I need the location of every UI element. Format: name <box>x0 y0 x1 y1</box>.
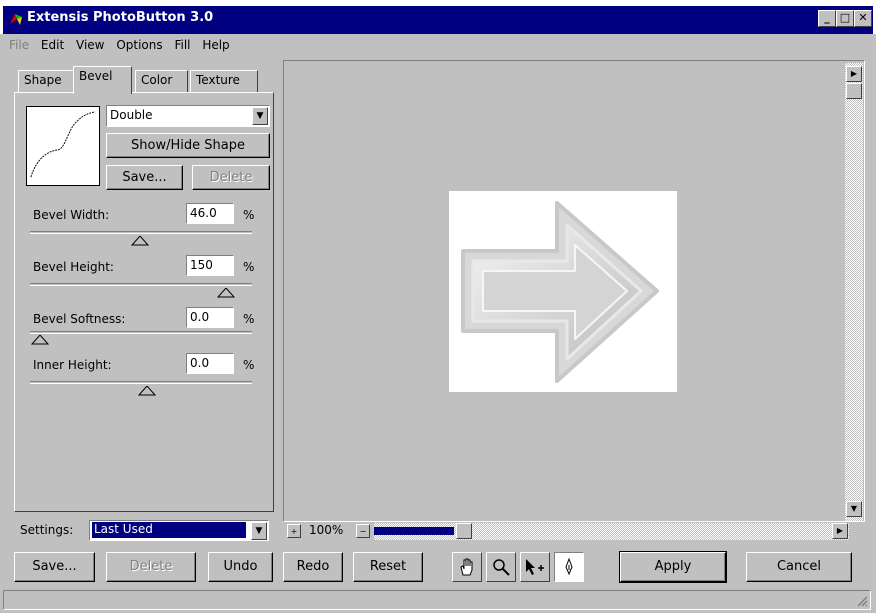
tab-label: Bevel <box>79 69 113 83</box>
bevel-style-value: Double <box>110 108 153 122</box>
app-window: Extensis PhotoButton 3.0 _ □ ✕ File Edit… <box>0 0 876 613</box>
resize-grip-icon[interactable] <box>856 595 868 607</box>
inner-height-slider-thumb[interactable] <box>138 386 156 396</box>
bevel-profile-preview <box>26 106 100 186</box>
app-icon <box>10 14 22 25</box>
status-bar <box>3 590 871 610</box>
menu-file[interactable]: File <box>9 38 29 52</box>
button-preview-image <box>449 191 677 392</box>
tab-label: Color <box>141 73 173 87</box>
zoom-level-bar <box>374 527 454 535</box>
zoom-in-icon[interactable]: + <box>287 524 301 538</box>
menu-bar: File Edit View Options Fill Help <box>3 38 232 58</box>
dropdown-arrow-icon[interactable]: ▼ <box>252 107 268 125</box>
bevel-width-slider-thumb[interactable] <box>131 236 149 246</box>
apply-button[interactable]: Apply <box>619 551 727 583</box>
delete-bevel-button[interactable]: Delete <box>192 165 270 190</box>
reset-button[interactable]: Reset <box>353 552 423 582</box>
tab-shape[interactable]: Shape <box>18 70 74 92</box>
maximize-button[interactable]: □ <box>836 10 854 27</box>
zoom-value: 100% <box>309 523 344 537</box>
bevel-height-unit: % <box>243 260 255 274</box>
bevel-softness-unit: % <box>243 312 255 326</box>
tab-color[interactable]: Color <box>135 70 188 92</box>
delete-settings-button[interactable]: Delete <box>106 552 196 582</box>
scroll-right-arrow-icon[interactable]: ▶ <box>832 523 848 539</box>
inner-height-unit: % <box>243 358 255 372</box>
close-button[interactable]: ✕ <box>854 10 872 27</box>
tab-label: Shape <box>24 73 62 87</box>
move-arrow-icon <box>526 559 544 575</box>
inner-height-input[interactable]: 0.0 <box>186 353 234 374</box>
zoom-out-icon[interactable]: − <box>356 524 370 538</box>
bevel-width-unit: % <box>243 208 255 222</box>
bevel-style-select[interactable]: Double ▼ <box>106 105 270 127</box>
maximize-icon: □ <box>839 11 851 24</box>
horizontal-scrollbar[interactable]: ▶ <box>374 523 849 540</box>
undo-button[interactable]: Undo <box>208 552 273 582</box>
vertical-scrollbar[interactable]: ▶ ▼ <box>845 63 863 521</box>
menu-fill[interactable]: Fill <box>174 38 190 52</box>
minimize-button[interactable]: _ <box>818 10 836 27</box>
scroll-thumb[interactable] <box>456 523 472 539</box>
menu-help[interactable]: Help <box>202 38 229 52</box>
pen-tool-button[interactable] <box>554 552 584 582</box>
tab-texture[interactable]: Texture <box>190 70 258 92</box>
bevel-height-input[interactable]: 150 <box>186 255 234 276</box>
settings-label: Settings: <box>20 523 74 537</box>
redo-button[interactable]: Redo <box>283 552 343 582</box>
bevel-softness-track <box>30 331 252 334</box>
inner-height-label: Inner Height: <box>33 358 112 372</box>
show-hide-shape-button[interactable]: Show/Hide Shape <box>106 133 270 158</box>
pen-icon <box>565 557 573 576</box>
bevel-width-input[interactable]: 46.0 <box>186 203 234 224</box>
bevel-width-label: Bevel Width: <box>33 208 110 222</box>
minimize-icon: _ <box>824 11 830 24</box>
tab-label: Texture <box>196 73 240 87</box>
zoom-tool-button[interactable] <box>486 552 516 582</box>
bevel-softness-label: Bevel Softness: <box>33 312 126 326</box>
dropdown-arrow-icon[interactable]: ▼ <box>251 522 267 540</box>
menu-options[interactable]: Options <box>116 38 162 52</box>
settings-select[interactable]: Last Used ▼ <box>89 520 269 541</box>
cancel-button[interactable]: Cancel <box>746 552 852 582</box>
scroll-thumb[interactable] <box>846 83 862 99</box>
scroll-down-arrow-icon[interactable]: ▼ <box>846 501 862 517</box>
save-settings-button[interactable]: Save... <box>14 552 95 582</box>
bevel-height-track <box>30 283 252 286</box>
scroll-right-arrow-icon[interactable]: ▶ <box>846 66 862 82</box>
save-bevel-button[interactable]: Save... <box>106 165 183 190</box>
bevel-width-track <box>30 231 252 234</box>
menu-view[interactable]: View <box>76 38 104 52</box>
hand-icon <box>460 558 473 576</box>
title-bar: Extensis PhotoButton 3.0 _ □ ✕ <box>0 0 876 34</box>
close-icon: ✕ <box>858 11 868 24</box>
menu-edit[interactable]: Edit <box>41 38 64 52</box>
window-title: Extensis PhotoButton 3.0 <box>27 10 214 25</box>
bevel-softness-slider-thumb[interactable] <box>31 335 49 345</box>
settings-value: Last Used <box>92 522 246 538</box>
bevel-height-slider-thumb[interactable] <box>217 288 235 298</box>
move-tool-button[interactable] <box>520 552 550 582</box>
bevel-softness-input[interactable]: 0.0 <box>186 307 234 328</box>
bevel-height-label: Bevel Height: <box>33 260 114 274</box>
tab-bevel[interactable]: Bevel <box>73 66 132 94</box>
hand-tool-button[interactable] <box>452 552 482 582</box>
inner-height-track <box>30 381 252 384</box>
magnifier-icon <box>493 559 510 576</box>
